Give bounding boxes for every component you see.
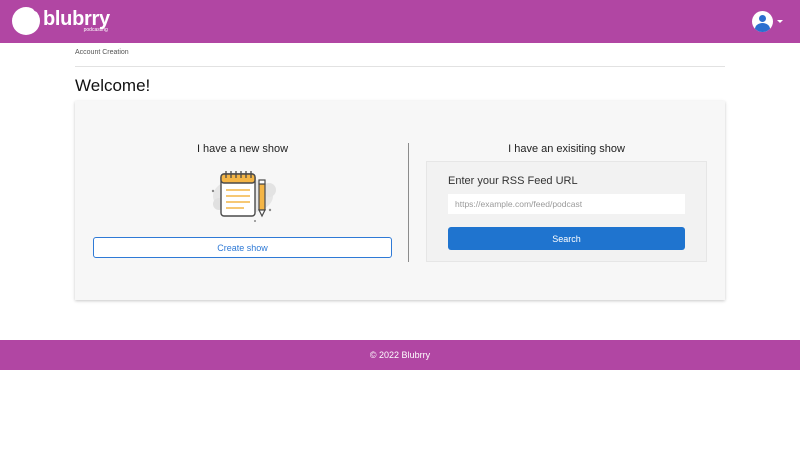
rss-feed-label: Enter your RSS Feed URL <box>448 175 578 187</box>
logo-wordmark: blubrry <box>43 8 110 30</box>
rss-feed-input[interactable] <box>448 194 685 214</box>
existing-show-title: I have an exisiting show <box>508 143 625 155</box>
breadcrumb: Account Creation <box>75 49 129 56</box>
footer: © 2022 Blubrry <box>0 340 800 370</box>
breadcrumb-divider <box>75 66 725 67</box>
logo-tagline: podcasting <box>83 27 108 33</box>
notepad-pencil-icon <box>211 171 276 222</box>
blubrry-logo[interactable]: blubrry podcasting <box>12 4 110 37</box>
create-show-button[interactable]: Create show <box>93 237 392 258</box>
user-circle-icon <box>752 11 773 32</box>
column-divider <box>408 143 409 262</box>
copyright-text: © 2022 Blubrry <box>369 350 431 360</box>
new-show-title: I have a new show <box>196 143 289 155</box>
page-title: Welcome! <box>75 76 151 95</box>
chevron-down-icon <box>777 20 783 23</box>
logo-text: blubrry podcasting <box>43 9 110 33</box>
search-button[interactable]: Search <box>448 227 685 250</box>
blubrry-berry-icon <box>12 4 43 35</box>
top-bar: blubrry podcasting <box>0 0 800 43</box>
user-menu[interactable] <box>752 11 783 32</box>
